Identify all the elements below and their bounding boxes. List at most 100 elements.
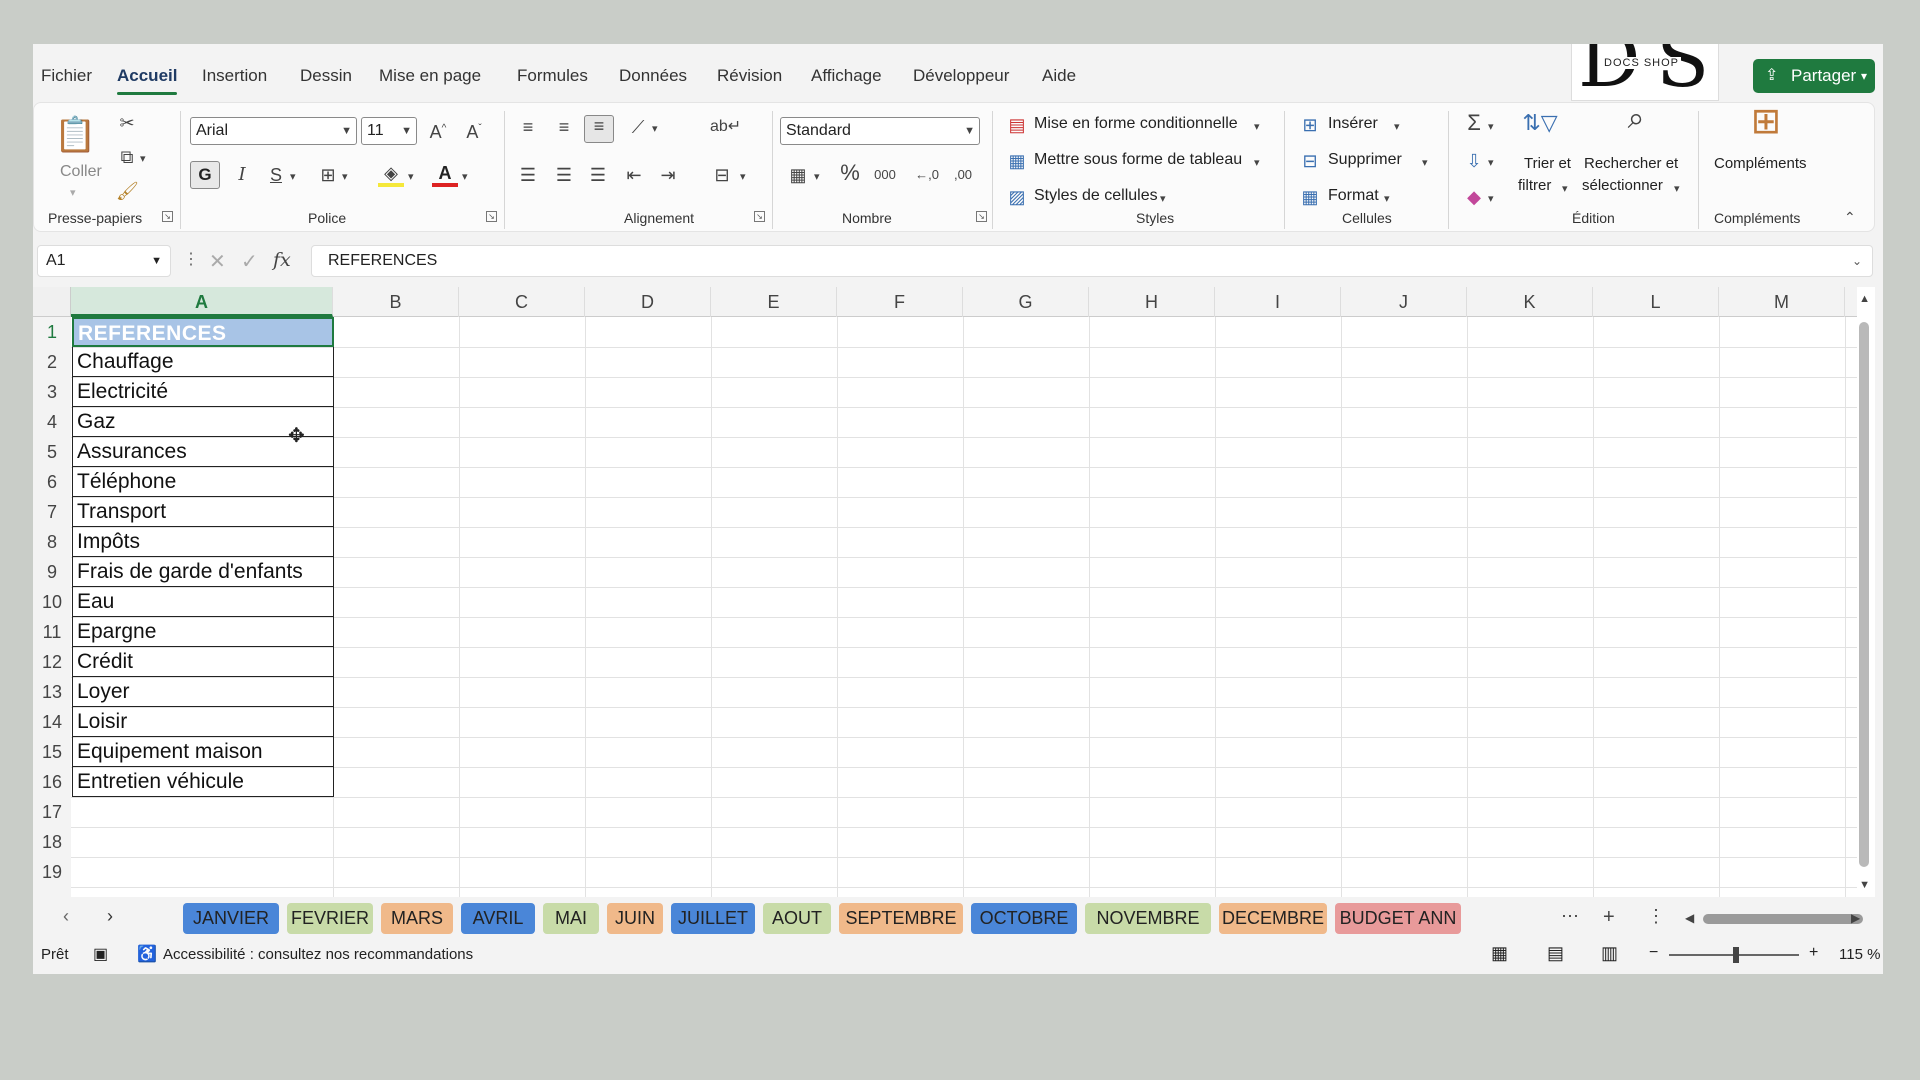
column-header-d[interactable]: D bbox=[585, 287, 711, 317]
sheet-tab-septembre[interactable]: SEPTEMBRE bbox=[839, 903, 963, 934]
format-painter-icon[interactable]: 🖌 bbox=[116, 181, 139, 201]
align-top-icon[interactable]: ≡ bbox=[516, 117, 540, 137]
cell-a16[interactable]: Entretien véhicule bbox=[72, 767, 334, 797]
chevron-down-icon[interactable]: ▾ bbox=[70, 183, 76, 203]
dialog-launcher-icon[interactable]: ↘ bbox=[754, 211, 765, 222]
accessibility-icon[interactable]: ♿ bbox=[137, 944, 157, 964]
more-sheets-icon[interactable]: ⋯ bbox=[1561, 906, 1579, 927]
row-header-8[interactable]: 8 bbox=[33, 527, 71, 557]
number-format-select[interactable]: Standard ▼ bbox=[780, 117, 980, 145]
italic-button[interactable]: I bbox=[230, 165, 254, 185]
row-header-3[interactable]: 3 bbox=[33, 377, 71, 407]
font-size-select[interactable]: 11 ▼ bbox=[361, 117, 417, 145]
sheet-tab-mars[interactable]: MARS bbox=[381, 903, 453, 934]
row-header-19[interactable]: 19 bbox=[33, 857, 71, 887]
delete-cells-button[interactable]: Supprimer bbox=[1328, 151, 1402, 169]
collapse-ribbon-icon[interactable]: ⌃ bbox=[1844, 207, 1856, 227]
cancel-icon[interactable]: ✕ bbox=[209, 249, 226, 274]
chevron-down-icon[interactable]: ▾ bbox=[652, 119, 658, 139]
wrap-text-icon[interactable]: ab↵ bbox=[710, 117, 741, 137]
column-header-f[interactable]: F bbox=[837, 287, 963, 317]
sheet-tab-juillet[interactable]: JUILLET bbox=[671, 903, 755, 934]
chevron-down-icon[interactable]: ▾ bbox=[1160, 189, 1166, 209]
format-cells-button[interactable]: Format bbox=[1328, 187, 1379, 205]
cell-a3[interactable]: Electricité bbox=[72, 377, 334, 407]
chevron-down-icon[interactable]: ▾ bbox=[408, 167, 414, 187]
font-family-select[interactable]: Arial ▼ bbox=[190, 117, 357, 145]
row-header-5[interactable]: 5 bbox=[33, 437, 71, 467]
chevron-down-icon[interactable]: ▾ bbox=[1384, 189, 1390, 209]
chevron-down-icon[interactable]: ▾ bbox=[1488, 189, 1494, 209]
row-header-2[interactable]: 2 bbox=[33, 347, 71, 377]
page-layout-view-icon[interactable]: ▤ bbox=[1547, 943, 1564, 964]
format-cells-icon[interactable]: ▦ bbox=[1298, 187, 1322, 207]
horizontal-scrollbar[interactable] bbox=[1703, 914, 1863, 924]
thousands-button[interactable]: 000 bbox=[870, 165, 900, 185]
font-color-icon[interactable]: A bbox=[432, 163, 458, 187]
column-header-l[interactable]: L bbox=[1593, 287, 1719, 317]
cut-icon[interactable]: ✂ bbox=[116, 113, 138, 133]
sheet-tab-avril[interactable]: AVRIL bbox=[461, 903, 535, 934]
paste-icon[interactable]: 📋 bbox=[54, 113, 96, 157]
sort-filter-label-1[interactable]: Trier et bbox=[1524, 155, 1571, 172]
insert-function-button[interactable]: fx bbox=[273, 249, 291, 271]
menu-aide[interactable]: Aide bbox=[1042, 66, 1076, 86]
row-header-6[interactable]: 6 bbox=[33, 467, 71, 497]
cell-a2[interactable]: Chauffage bbox=[72, 347, 334, 377]
sort-filter-icon[interactable]: ⇅▽ bbox=[1518, 112, 1562, 134]
cell-a8[interactable]: Impôts bbox=[72, 527, 334, 557]
row-header-18[interactable]: 18 bbox=[33, 827, 71, 857]
chevron-down-icon[interactable]: ▾ bbox=[290, 167, 296, 187]
confirm-icon[interactable]: ✓ bbox=[241, 249, 258, 274]
column-header-h[interactable]: H bbox=[1089, 287, 1215, 317]
menu-formules[interactable]: Formules bbox=[517, 66, 588, 86]
cell-a15[interactable]: Equipement maison bbox=[72, 737, 334, 767]
sheet-tab-janvier[interactable]: JANVIER bbox=[183, 903, 279, 934]
cell-a7[interactable]: Transport bbox=[72, 497, 334, 527]
column-header-b[interactable]: B bbox=[333, 287, 459, 317]
row-header-17[interactable]: 17 bbox=[33, 797, 71, 827]
cell-a14[interactable]: Loisir bbox=[72, 707, 334, 737]
menu-revision[interactable]: Révision bbox=[717, 66, 782, 86]
sheet-tab-mai[interactable]: MAI bbox=[543, 903, 599, 934]
row-header-1[interactable]: 1 bbox=[33, 317, 71, 347]
menu-affichage[interactable]: Affichage bbox=[811, 66, 882, 86]
sheet-tab-juin[interactable]: JUIN bbox=[607, 903, 663, 934]
chevron-down-icon[interactable]: ▾ bbox=[1562, 179, 1568, 199]
delete-cells-icon[interactable]: ⊟ bbox=[1298, 151, 1322, 171]
format-as-table-icon[interactable]: ▦ bbox=[1006, 151, 1028, 171]
align-right-icon[interactable]: ☰ bbox=[586, 165, 610, 185]
insert-cells-icon[interactable]: ⊞ bbox=[1298, 115, 1322, 135]
zoom-slider-thumb[interactable] bbox=[1733, 947, 1739, 963]
vertical-scrollbar[interactable] bbox=[1859, 322, 1869, 867]
clear-icon[interactable]: ◆ bbox=[1462, 187, 1486, 207]
row-header-11[interactable]: 11 bbox=[33, 617, 71, 647]
format-as-table-button[interactable]: Mettre sous forme de tableau bbox=[1034, 151, 1242, 169]
row-header-13[interactable]: 13 bbox=[33, 677, 71, 707]
fill-color-icon[interactable]: ◈ bbox=[378, 163, 404, 187]
chevron-down-icon[interactable]: ▾ bbox=[1254, 153, 1260, 173]
zoom-out-icon[interactable]: − bbox=[1649, 944, 1658, 962]
menu-fichier[interactable]: Fichier bbox=[41, 66, 92, 86]
column-header-c[interactable]: C bbox=[459, 287, 585, 317]
row-header-15[interactable]: 15 bbox=[33, 737, 71, 767]
menu-dessin[interactable]: Dessin bbox=[300, 66, 352, 86]
align-center-icon[interactable]: ☰ bbox=[552, 165, 576, 185]
sheet-tab-decembre[interactable]: DECEMBRE bbox=[1219, 903, 1327, 934]
align-middle-icon[interactable]: ≡ bbox=[552, 117, 576, 137]
accounting-format-icon[interactable]: ▦ bbox=[786, 165, 810, 185]
paste-label[interactable]: Coller bbox=[60, 163, 102, 181]
add-sheet-icon[interactable]: + bbox=[1603, 906, 1615, 929]
decrease-font-icon[interactable]: Aˇ bbox=[462, 119, 486, 142]
cell-a6[interactable]: Téléphone bbox=[72, 467, 334, 497]
underline-button[interactable]: S bbox=[264, 165, 288, 185]
column-header-i[interactable]: I bbox=[1215, 287, 1341, 317]
sheet-tab-aout[interactable]: AOUT bbox=[763, 903, 831, 934]
share-button[interactable]: ⇪ Partager ▾ bbox=[1753, 59, 1875, 93]
row-header-16[interactable]: 16 bbox=[33, 767, 71, 797]
cell-styles-button[interactable]: Styles de cellules bbox=[1034, 187, 1158, 205]
row-header-4[interactable]: 4 bbox=[33, 407, 71, 437]
insert-cells-button[interactable]: Insérer bbox=[1328, 115, 1378, 133]
increase-font-icon[interactable]: A^ bbox=[426, 119, 450, 142]
copy-icon[interactable]: ⧉ bbox=[116, 147, 138, 167]
